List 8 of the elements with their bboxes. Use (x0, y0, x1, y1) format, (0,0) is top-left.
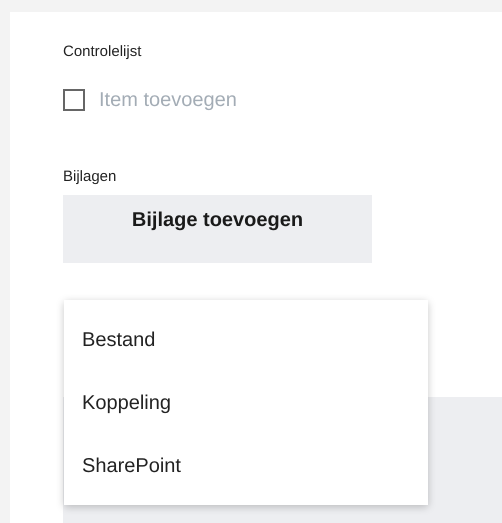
menu-item[interactable]: Koppeling (64, 371, 428, 434)
section-label: Controlelijst (63, 42, 142, 62)
section-label: Bijlagen (63, 167, 116, 187)
menu-item[interactable]: SharePoint (64, 434, 428, 497)
input-field[interactable]: Item toevoegen (99, 85, 359, 115)
checkbox[interactable] (63, 89, 85, 111)
menu-item[interactable]: Bestand (64, 308, 428, 371)
add-attachment-button[interactable]: Bijlage toevoegen (63, 195, 372, 263)
